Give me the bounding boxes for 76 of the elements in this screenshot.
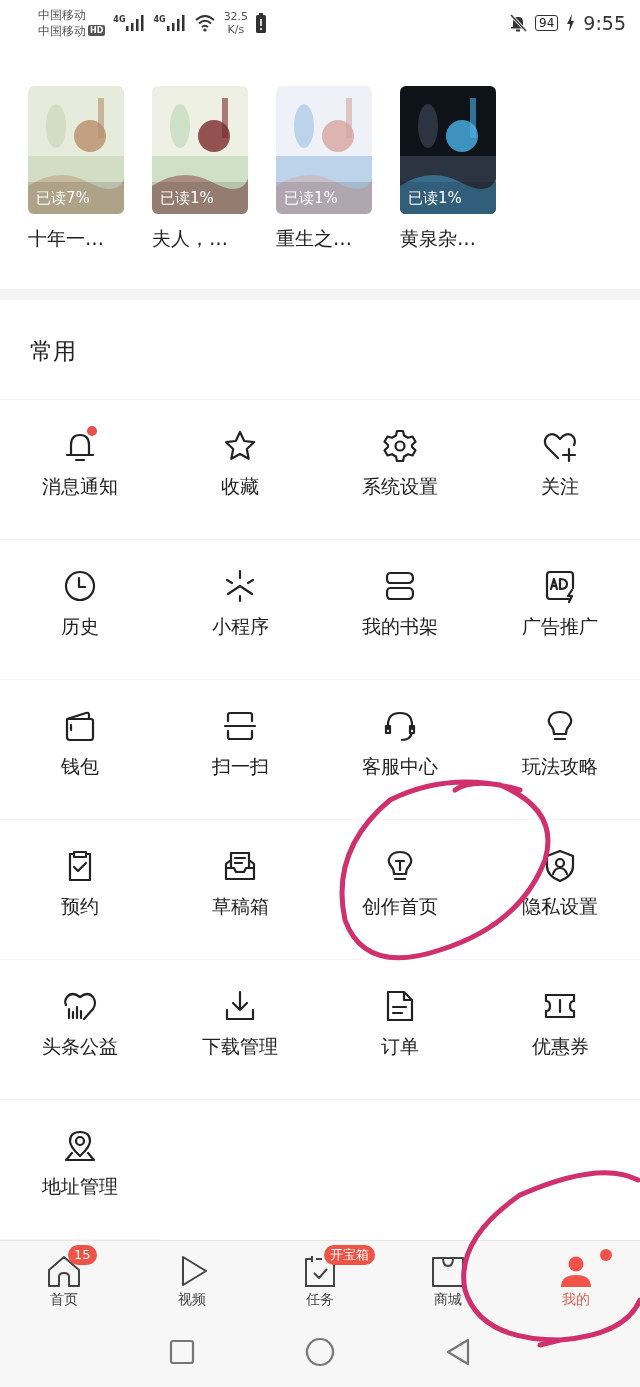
menu-label: 收藏 xyxy=(221,474,259,500)
menu-label: 优惠券 xyxy=(531,1034,589,1060)
count-badge: 开宝箱 xyxy=(324,1245,375,1266)
battery-level: 94 xyxy=(535,14,559,31)
signal-icon xyxy=(165,14,186,31)
menu-label: 草稿箱 xyxy=(211,894,269,920)
menu-item[interactable]: 小程序 xyxy=(160,540,320,681)
recent-apps-button[interactable] xyxy=(169,1338,195,1365)
menu-label: 小程序 xyxy=(211,614,269,640)
speed-unit: K/s xyxy=(227,22,245,36)
tab-label: 任务 xyxy=(306,1291,334,1310)
tab-item[interactable]: 商城 xyxy=(384,1241,512,1321)
tab-label: 商城 xyxy=(434,1291,462,1310)
signal-icon xyxy=(125,14,146,31)
tab-label: 首页 xyxy=(50,1291,78,1310)
menu-label: 头条公益 xyxy=(42,1034,118,1060)
menu-item[interactable]: 客服中心 xyxy=(320,680,480,821)
hd-badge: HD xyxy=(88,25,106,37)
network-type: 4G xyxy=(153,14,166,24)
menu-label: 扫一扫 xyxy=(211,754,269,780)
book-title: 十年一… xyxy=(28,225,105,251)
section-title: 常用 xyxy=(0,300,640,401)
menu-label: 广告推广 xyxy=(522,614,598,640)
book-title: 夫人，… xyxy=(152,225,229,251)
menu-label: 钱包 xyxy=(61,754,99,780)
menu-item[interactable]: 历史 xyxy=(0,540,160,681)
menu-item[interactable]: 隐私设置 xyxy=(480,820,640,961)
settings-icon xyxy=(382,428,418,465)
book-title: 重生之… xyxy=(276,225,353,251)
carrier-name: 中国移动 xyxy=(38,22,86,39)
menu-label: 消息通知 xyxy=(42,474,118,500)
home-button[interactable] xyxy=(305,1336,335,1367)
count-badge: 15 xyxy=(68,1245,97,1266)
book-title: 黄泉杂… xyxy=(400,225,477,251)
menu-item[interactable]: 玩法攻略 xyxy=(480,680,640,821)
menu-label: 历史 xyxy=(61,614,99,640)
menu-item[interactable]: 系统设置 xyxy=(320,400,480,541)
tab-label: 我的 xyxy=(562,1291,590,1310)
carrier-name: 中国移动 xyxy=(38,6,87,23)
menu-item[interactable]: 优惠券 xyxy=(480,960,640,1101)
menu-item[interactable]: 订单 xyxy=(320,960,480,1101)
tab-item[interactable]: 15 首页 xyxy=(0,1241,128,1321)
menu-label: 隐私设置 xyxy=(522,894,598,920)
back-button[interactable] xyxy=(445,1337,471,1366)
menu-item[interactable]: 收藏 xyxy=(160,400,320,541)
menu-label: 系统设置 xyxy=(362,474,438,500)
menu-label: 地址管理 xyxy=(42,1174,118,1200)
menu-item[interactable]: 扫一扫 xyxy=(160,680,320,821)
menu-item[interactable]: 消息通知 xyxy=(0,400,160,541)
tab-label: 视频 xyxy=(178,1291,206,1310)
network-speed: 32.5 xyxy=(223,9,249,23)
menu-item[interactable]: 创作首页 xyxy=(320,820,480,961)
tab-item[interactable]: 开宝箱 任务 xyxy=(256,1241,384,1321)
menu-label: 订单 xyxy=(381,1034,419,1060)
mute-bell-icon xyxy=(509,13,528,32)
menu-item[interactable]: 下载管理 xyxy=(160,960,320,1101)
menu-item[interactable]: 预约 xyxy=(0,820,160,961)
clock: 9:55 xyxy=(583,11,626,34)
menu-label: 关注 xyxy=(541,474,579,500)
menu-item[interactable]: 广告推广 xyxy=(480,540,640,681)
menu-label: 我的书架 xyxy=(362,614,438,640)
menu-item[interactable]: 关注 xyxy=(480,400,640,541)
menu-item[interactable]: 我的书架 xyxy=(320,540,480,681)
battery-icon xyxy=(256,12,267,33)
charging-icon xyxy=(566,13,576,32)
menu-label: 创作首页 xyxy=(362,894,438,920)
menu-label: 客服中心 xyxy=(362,754,438,780)
tab-item[interactable]: 视频 xyxy=(128,1241,256,1321)
wifi-icon xyxy=(193,13,216,32)
menu-label: 玩法攻略 xyxy=(522,754,598,780)
menu-item[interactable]: 钱包 xyxy=(0,680,160,821)
menu-label: 预约 xyxy=(61,894,99,920)
menu-label: 下载管理 xyxy=(202,1034,278,1060)
network-type: 4G xyxy=(113,14,126,24)
menu-item[interactable]: 草稿箱 xyxy=(160,820,320,961)
menu-item[interactable]: 头条公益 xyxy=(0,960,160,1101)
